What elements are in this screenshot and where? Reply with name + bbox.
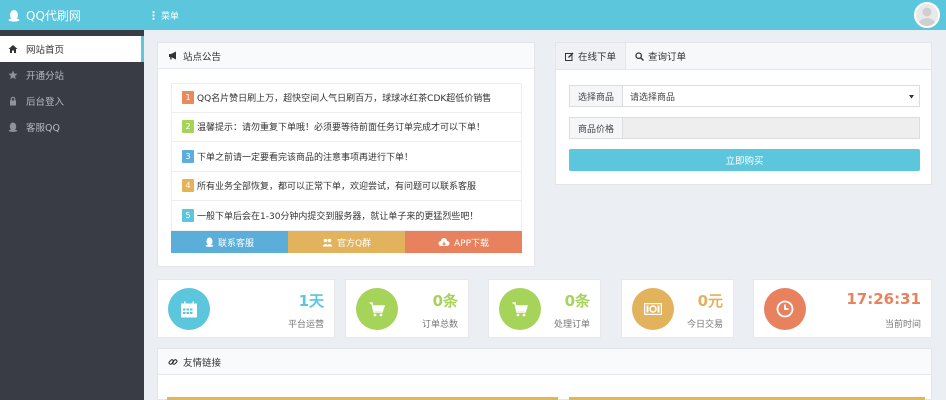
sidebar-item-home[interactable]: 网站首页 [0, 36, 144, 62]
star-icon [8, 70, 18, 80]
button-label: 官方Q群 [336, 238, 372, 249]
notice-text: 温馨提示：请勿重复下单哦！必须要等待前面任务订单完成才可以下单！ [197, 123, 486, 134]
notice-header: 站点公告 [158, 43, 534, 69]
stat-value: 0条 [432, 292, 458, 310]
lock-icon [8, 96, 18, 106]
user-avatar[interactable] [914, 2, 940, 28]
buy-now-button[interactable]: 立即购买 [569, 149, 920, 171]
stat-label: 平台运营 [287, 320, 324, 330]
notice-number-badge: 5 [182, 208, 194, 222]
clock-icon [764, 288, 806, 330]
stat-card-total-orders: 0条 订单总数 [345, 279, 469, 338]
notice-number-badge: 3 [182, 149, 194, 163]
price-row: 商品价格 [569, 117, 920, 139]
notice-title: 站点公告 [183, 51, 222, 63]
contact-support-button[interactable]: 联系客服 [171, 231, 288, 253]
link-icon [168, 357, 178, 367]
stat-label: 当前时间 [884, 320, 921, 330]
sidebar-item-label: 网站首页 [26, 45, 65, 56]
caret-down-icon [909, 94, 914, 99]
tab-label: 在线下单 [578, 52, 617, 63]
search-icon [635, 51, 645, 61]
product-select-value: 请选择商品 [630, 92, 676, 103]
official-qq-group-button[interactable]: 官方Q群 [288, 231, 405, 253]
stat-card-uptime: 1天 平台运营 [157, 279, 335, 338]
top-navbar: QQ代刷网 菜单 [0, 0, 946, 30]
qq-penguin-icon [8, 9, 20, 22]
notice-item: 2 温馨提示：请勿重复下单哦！必须要等待前面任务订单完成才可以下单！ [171, 112, 522, 142]
site-name: QQ代刷网 [26, 8, 81, 23]
notice-text: 一般下单后会在1-30分钟内提交到服务器，就让单子来的更猛烈些吧！ [197, 211, 479, 222]
product-label: 选择商品 [570, 86, 623, 106]
notice-item: 4 所有业务全部恢复，都可以正常下单，欢迎尝试，有问题可以联系客服 [171, 171, 522, 201]
friend-links-header: 友情链接 [158, 349, 931, 375]
edit-icon [565, 52, 574, 61]
tab-label: 查询订单 [648, 52, 687, 63]
product-select[interactable]: 请选择商品 [623, 86, 919, 106]
menu-label: 菜单 [161, 11, 180, 22]
sidebar-item-label: 后台登入 [26, 97, 65, 108]
sidebar-item-customer-qq[interactable]: 客服QQ [0, 114, 144, 140]
price-field [623, 118, 919, 138]
stat-label: 处理订单 [553, 320, 590, 330]
users-icon [322, 238, 333, 247]
stat-value: 1天 [298, 292, 324, 310]
notice-number-badge: 1 [182, 91, 194, 105]
stat-value: 0条 [564, 292, 590, 310]
notice-button-row: 联系客服 官方Q群 APP下载 [171, 231, 522, 253]
stat-value: 0元 [697, 292, 723, 310]
tab-online-order[interactable]: 在线下单 [556, 43, 627, 69]
site-logo[interactable]: QQ代刷网 [0, 0, 144, 30]
notice-list: 1 QQ名片赞日刷上万，超快空间人气日刷百万，球球冰红茶CDK超低价销售 2 温… [171, 83, 522, 231]
stat-card-today-trade: 0元 今日交易 [621, 279, 734, 338]
qq-icon [8, 122, 18, 132]
notice-text: QQ名片赞日刷上万，超快空间人气日刷百万，球球冰红茶CDK超低价销售 [197, 94, 492, 105]
stat-card-current-time: 17:26:31 当前时间 [753, 279, 932, 338]
qq-icon [205, 237, 214, 247]
friend-links-title: 友情链接 [183, 357, 222, 369]
sidebar-item-label: 客服QQ [26, 123, 60, 134]
sidebar-item-open-substation[interactable]: 开通分站 [0, 62, 144, 88]
sidebar-item-admin-login[interactable]: 后台登入 [0, 88, 144, 114]
order-panel: 在线下单 查询订单 选择商品 请选择商品 商品价格 立即购买 [555, 42, 932, 185]
sidebar-item-label: 开通分站 [26, 71, 65, 82]
friend-links-panel: 友情链接 [157, 348, 932, 400]
money-icon [632, 288, 674, 330]
menu-toggle-button[interactable]: 菜单 [152, 0, 179, 30]
ellipsis-vertical-icon [152, 10, 155, 20]
notice-number-badge: 4 [182, 179, 194, 193]
notice-panel: 站点公告 1 QQ名片赞日刷上万，超快空间人气日刷百万，球球冰红茶CDK超低价销… [157, 42, 535, 267]
cart-icon [356, 288, 398, 330]
notice-item: 1 QQ名片赞日刷上万，超快空间人气日刷百万，球球冰红茶CDK超低价销售 [171, 83, 522, 113]
cloud-download-icon [438, 237, 450, 247]
button-label: APP下载 [453, 238, 489, 249]
notice-item: 5 一般下单后会在1-30分钟内提交到服务器，就让单子来的更猛烈些吧！ [171, 201, 522, 231]
cart-icon [499, 288, 541, 330]
notice-number-badge: 2 [182, 120, 194, 134]
stat-label: 今日交易 [686, 320, 723, 330]
app-download-button[interactable]: APP下载 [405, 231, 522, 253]
order-tabs: 在线下单 查询订单 [556, 43, 931, 70]
notice-item: 3 下单之前请一定要看完该商品的注意事项再进行下单！ [171, 142, 522, 172]
calendar-icon [168, 288, 210, 330]
price-label: 商品价格 [570, 118, 623, 138]
bullhorn-icon [168, 51, 178, 60]
notice-text: 下单之前请一定要看完该商品的注意事项再进行下单！ [197, 152, 414, 163]
tab-query-order[interactable]: 查询订单 [626, 43, 695, 69]
stat-label: 订单总数 [421, 320, 458, 330]
notice-text: 所有业务全部恢复，都可以正常下单，欢迎尝试，有问题可以联系客服 [197, 182, 477, 193]
home-icon [8, 44, 18, 54]
button-label: 联系客服 [217, 238, 254, 249]
sidebar: 网站首页 开通分站 后台登入 客服QQ [0, 30, 144, 400]
stat-value: 17:26:31 [846, 290, 921, 308]
stat-card-processing-orders: 0条 处理订单 [488, 279, 601, 338]
product-select-row: 选择商品 请选择商品 [569, 85, 920, 107]
